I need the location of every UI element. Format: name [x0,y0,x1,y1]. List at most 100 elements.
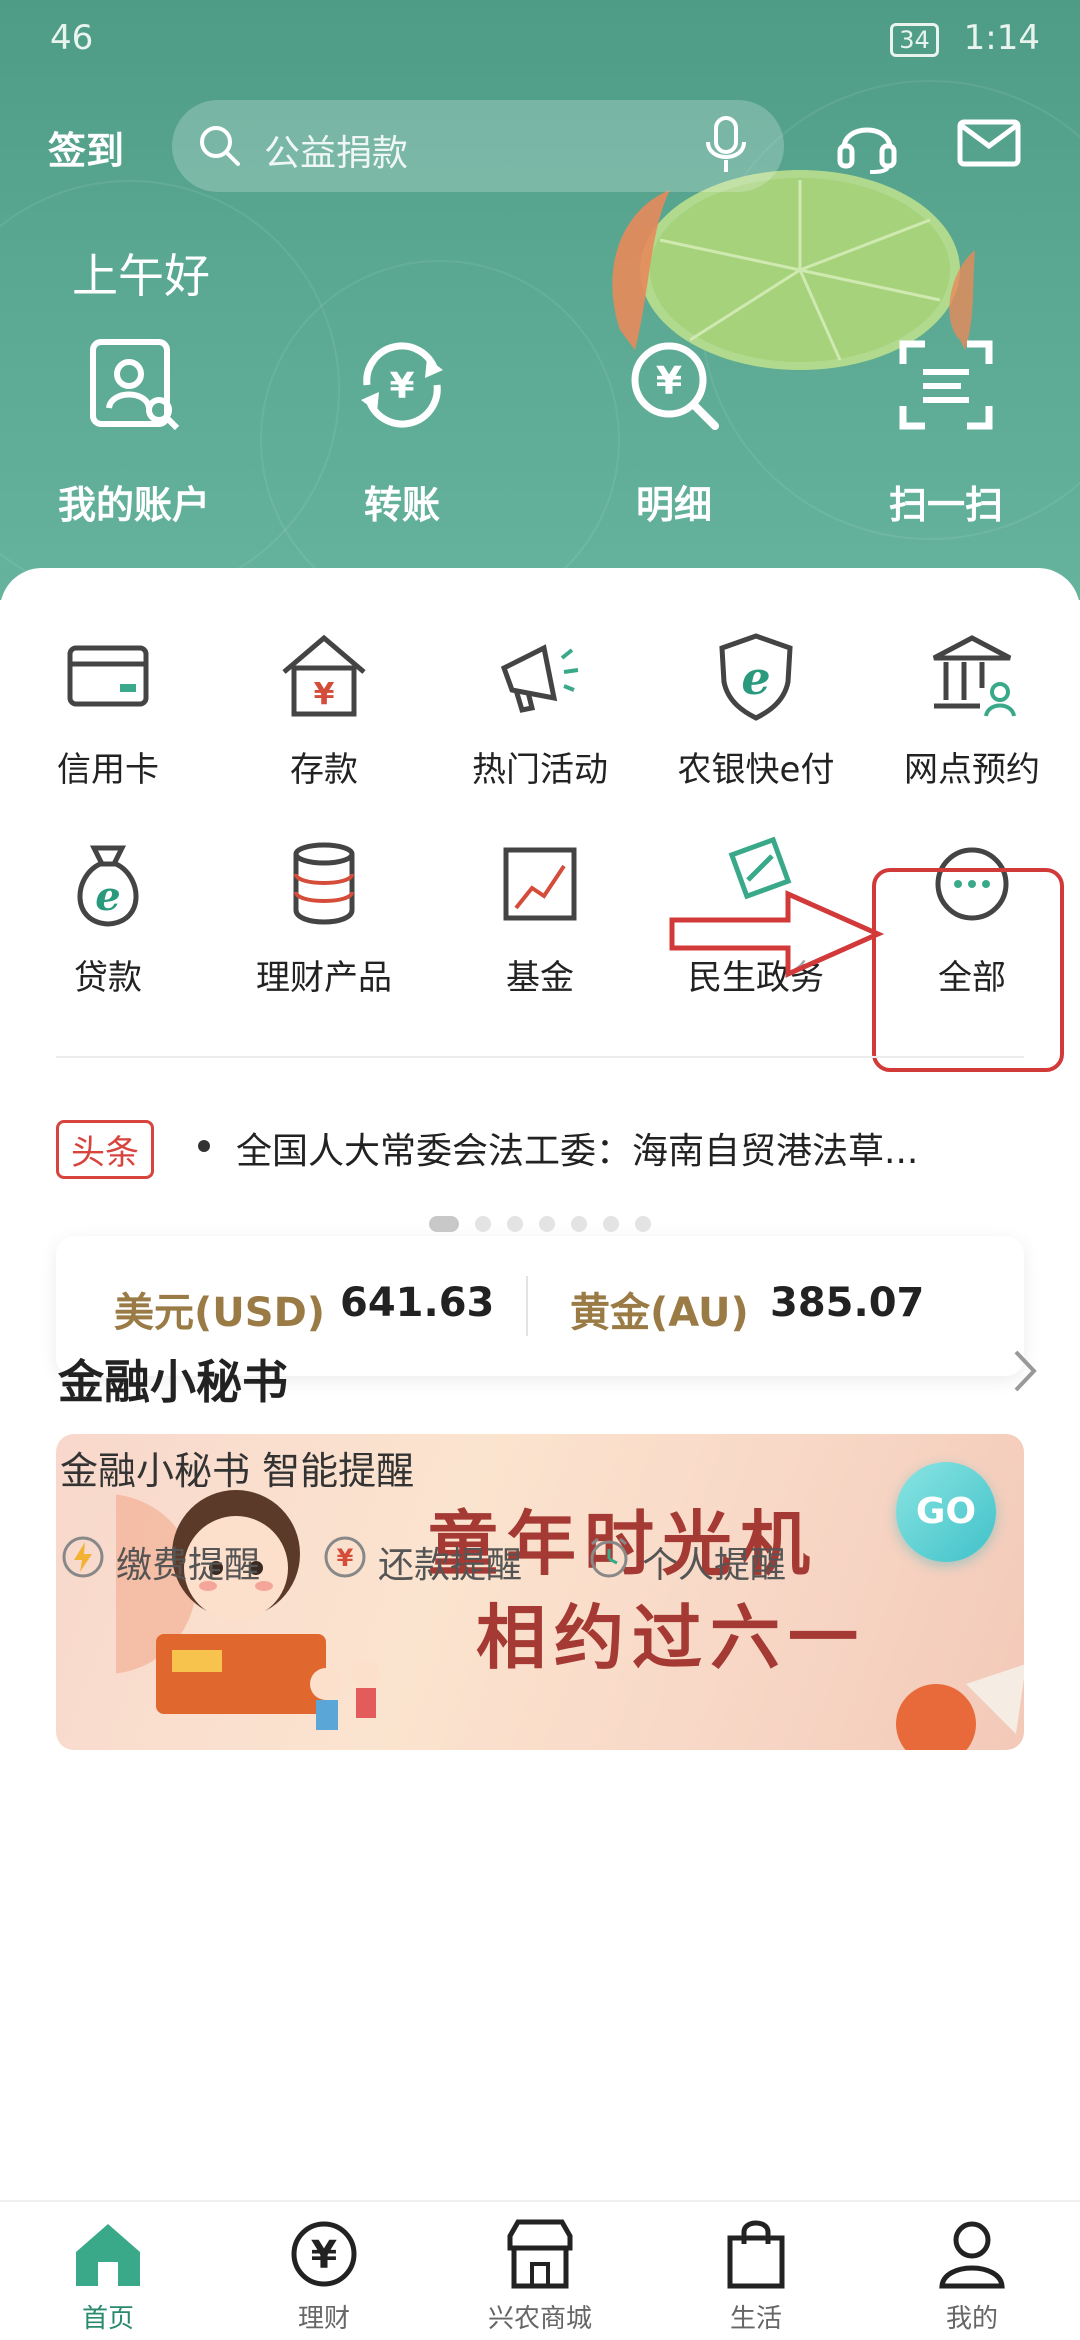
nav-mall[interactable]: 兴农商城 [432,2214,648,2335]
svg-text:¥: ¥ [656,359,682,403]
shopping-bag-icon [716,2214,796,2294]
service-deposit[interactable]: ¥ 存款 [216,628,432,791]
highlight-box [872,868,1064,1072]
children-illustration [116,1490,380,1730]
reminder-list: 缴费提醒 ¥ 还款提醒 个人提醒 [60,1530,960,1590]
yen-circle-icon: ¥ [322,1534,368,1584]
usd-value: 641.63 [340,1280,495,1326]
e-pay-shield-icon: e [708,628,804,724]
quick-action-label: 明细 [635,483,712,527]
nav-home[interactable]: 首页 [0,2214,216,2335]
fund-chart-icon [492,836,588,932]
user-icon [932,2214,1012,2294]
loan-bag-icon: e [60,836,156,932]
service-label: 存款 [290,750,358,790]
carousel-dot[interactable] [475,1216,491,1232]
quick-action-account[interactable]: 我的账户 [34,330,234,529]
carousel-dot[interactable] [603,1216,619,1232]
quick-action-transfer[interactable]: ¥ 转账 [302,330,502,529]
store-icon [500,2214,580,2294]
service-hot-events[interactable]: 热门活动 [432,628,648,791]
details-icon: ¥ [619,330,729,440]
nav-wealth[interactable]: ¥ 理财 [216,2214,432,2335]
reminder-repayment[interactable]: ¥ 还款提醒 [322,1530,582,1590]
reminder-bill-payment[interactable]: 缴费提醒 [60,1530,320,1590]
reminder-label: 个人提醒 [642,1545,787,1586]
annotation-arrow [669,890,885,978]
header-background: 46 34 1:14 签到 公益捐款 上午好 我的账户 ¥ 转账 ¥ 明细 扫一… [0,0,1080,600]
quick-action-details[interactable]: ¥ 明细 [574,330,774,529]
search-bar[interactable]: 公益捐款 [172,100,784,192]
banner-title-line2: 相约过六一 [476,1596,866,1679]
svg-text:¥: ¥ [337,1544,354,1572]
service-branch-booking[interactable]: 网点预约 [864,628,1080,791]
finance-secretary-title[interactable]: 金融小秘书 [58,1346,288,1412]
bolt-icon [60,1534,106,1584]
reminder-personal[interactable]: 个人提醒 [586,1530,846,1590]
deposit-house-icon: ¥ [276,628,372,724]
service-label: 基金 [506,958,574,998]
status-right: 34 1:14 [890,18,1040,58]
service-label: 农银快e付 [677,750,835,790]
scan-icon [891,330,1001,440]
service-e-pay[interactable]: e 农银快e付 [648,628,864,791]
network-indicator: 46 [50,18,94,58]
headline-text: 全国人大常委会法工委：海南自贸港法草... [236,1131,919,1172]
transfer-icon: ¥ [347,330,457,440]
carousel-dot[interactable] [507,1216,523,1232]
nav-label: 兴农商城 [487,2304,592,2334]
quick-action-scan[interactable]: 扫一扫 [846,330,1046,529]
quick-action-label: 扫一扫 [888,483,1003,527]
microphone-icon[interactable] [704,114,748,182]
account-search-icon [79,330,189,440]
service-label: 热门活动 [472,750,608,790]
alarm-clock-icon [586,1534,632,1584]
finance-secretary-subtitle: 金融小秘书 智能提醒 [60,1449,415,1493]
carousel-dot[interactable] [635,1216,651,1232]
svg-text:e: e [95,873,120,920]
service-label: 网点预约 [904,750,1040,790]
headset-icon[interactable] [834,110,900,180]
quick-action-label: 我的账户 [57,483,210,527]
svg-text:¥: ¥ [311,2233,337,2277]
top-bar: 签到 公益捐款 [0,100,1080,192]
search-placeholder: 公益捐款 [264,133,409,174]
carousel-dot[interactable] [539,1216,555,1232]
go-floating-button[interactable]: GO [896,1462,996,1562]
news-ticker[interactable]: 头条 全国人大常委会法工委：海南自贸港法草... [56,1116,1026,1180]
nav-label: 生活 [729,2304,782,2334]
service-label: 信用卡 [57,750,159,790]
home-icon [68,2214,148,2294]
headline-tag: 头条 [56,1120,154,1179]
bank-branch-icon [924,628,1020,724]
greeting-text: 上午好 [72,249,210,303]
quick-actions: 我的账户 ¥ 转账 ¥ 明细 扫一扫 [0,330,1080,530]
megaphone-icon [492,628,588,724]
reminder-label: 还款提醒 [378,1545,523,1586]
service-credit-card[interactable]: 信用卡 [0,628,216,791]
mail-icon[interactable] [956,110,1022,180]
status-bar: 46 34 1:14 [50,14,1040,64]
carousel-dot[interactable] [571,1216,587,1232]
nav-label: 首页 [81,2304,134,2334]
coins-stack-icon [276,836,372,932]
carousel-indicator [0,1216,1080,1232]
nav-label: 理财 [297,2304,350,2334]
usd-label: 美元(USD) [114,1290,326,1336]
nav-mine[interactable]: 我的 [864,2214,1080,2335]
carousel-dot[interactable] [429,1216,459,1232]
gold-value: 385.07 [770,1280,925,1326]
svg-text:e: e [741,651,770,705]
signin-button[interactable]: 签到 [48,120,124,175]
svg-text:¥: ¥ [389,366,414,407]
credit-card-icon [60,628,156,724]
banner-decoration [896,1664,1024,1750]
yen-icon: ¥ [284,2214,364,2294]
reminder-label: 缴费提醒 [116,1545,261,1586]
chevron-right-icon[interactable] [1010,1346,1040,1400]
quick-action-label: 转账 [363,483,440,527]
nav-life[interactable]: 生活 [648,2214,864,2335]
service-loan[interactable]: e 贷款 [0,836,216,999]
service-fund[interactable]: 基金 [432,836,648,999]
service-wealth-products[interactable]: 理财产品 [216,836,432,999]
